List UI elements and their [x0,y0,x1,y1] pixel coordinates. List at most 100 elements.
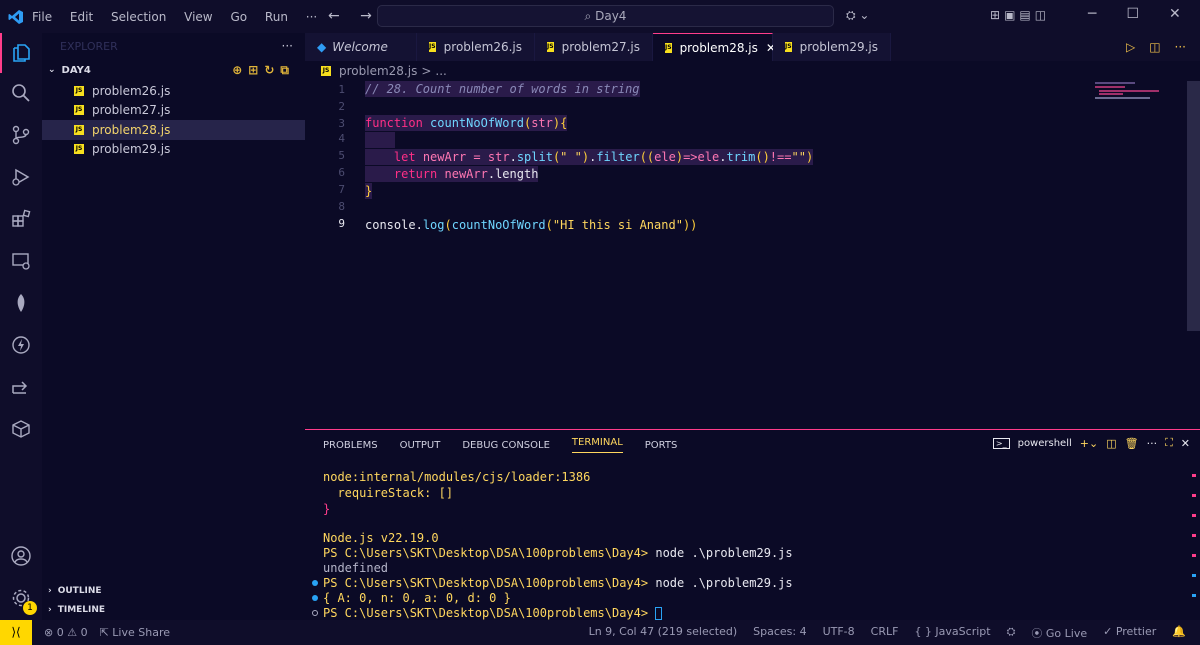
folder-day4[interactable]: ⌄ DAY4 ⊕⊞↻⧉ [42,59,305,81]
menu-edit[interactable]: Edit [70,10,93,24]
live-share-icon[interactable] [0,367,42,407]
line-number: 7 [338,183,345,196]
refresh-icon[interactable]: ↻ [264,63,280,77]
remote-indicator-icon[interactable]: ⟩⟨ [0,620,32,645]
menu-go[interactable]: Go [230,10,247,24]
terminal-prompt: PS C:\Users\SKT\Desktop\DSA\100problems\… [323,546,649,560]
new-folder-icon[interactable]: ⊞ [248,63,264,77]
trash-icon[interactable]: 🗑 [1125,437,1139,450]
status-right: Ln 9, Col 47 (219 selected) Spaces: 4 UT… [589,625,1200,641]
shell-label[interactable]: powershell [1018,438,1072,449]
copilot-icon[interactable]: ⛭ ⌄ [846,8,869,23]
window-controls: ─ ☐ ✕ [1088,6,1181,22]
terminal-scroll-markers [1192,474,1196,597]
file-item-problem28[interactable]: JS problem28.js [42,120,305,140]
toggle-panel-icon[interactable]: ▤ [1019,8,1034,22]
settings-icon[interactable]: 1 [0,578,42,618]
cursor-position[interactable]: Ln 9, Col 47 (219 selected) [589,625,738,641]
new-file-icon[interactable]: ⊕ [232,63,248,77]
menu-selection[interactable]: Selection [111,10,166,24]
prettier-status[interactable]: ✓ Prettier [1103,625,1156,641]
terminal-prompt: PS C:\Users\SKT\Desktop\DSA\100problems\… [323,576,649,590]
js-file-icon: JS [74,144,84,155]
maximize-panel-icon[interactable]: ⛶ [1165,436,1173,450]
split-editor-icon[interactable]: ◫ [1149,40,1160,54]
line-endings[interactable]: CRLF [871,625,899,641]
maximize-button[interactable]: ☐ [1126,6,1139,22]
file-item-problem29[interactable]: JS problem29.js [42,140,305,160]
tab-problem27[interactable]: JS problem27.js [535,33,653,61]
live-share-status[interactable]: ⇱ Live Share [100,626,170,639]
source-control-icon[interactable] [0,115,42,155]
layout-controls[interactable]: ⊞▣▤◫ [990,8,1050,22]
go-live-label: Go Live [1045,626,1088,640]
explorer-icon[interactable] [0,33,42,73]
toggle-secondary-sidebar-icon[interactable]: ◫ [1035,8,1050,22]
new-terminal-icon[interactable]: +⌄ [1080,437,1098,450]
thunder-client-icon[interactable] [0,325,42,365]
bottom-panel: PROBLEMS OUTPUT DEBUG CONSOLE TERMINAL P… [305,429,1200,620]
js-file-icon: JS [547,42,554,52]
toggle-sidebar-icon[interactable]: ▣ [1004,8,1019,22]
menu-view[interactable]: View [184,10,212,24]
run-icon[interactable]: ▷ [1126,40,1135,54]
menu-file[interactable]: File [32,10,52,24]
copilot-status-icon[interactable]: ⛭ [1007,625,1016,641]
terminal-line[interactable]: PS C:\Users\SKT\Desktop\DSA\100problems\… [323,606,663,621]
terminal-line: { A: 0, n: 0, a: 0, d: 0 } [323,591,511,605]
mongodb-icon[interactable] [0,283,42,323]
customize-layout-icon[interactable]: ⊞ [990,8,1004,22]
folder-actions: ⊕⊞↻⧉ [232,63,295,78]
explorer-more-button[interactable]: ··· [282,39,293,53]
go-live-button[interactable]: ⦿ Go Live [1031,625,1087,641]
terminal-line: PS C:\Users\SKT\Desktop\DSA\100problems\… [323,576,793,591]
search-icon[interactable] [0,73,42,113]
timeline-section[interactable]: › TIMELINE [42,600,305,620]
editor-scrollbar[interactable] [1187,81,1200,331]
more-actions-icon[interactable]: ··· [1175,40,1186,54]
split-terminal-icon[interactable]: ◫ [1106,437,1116,450]
indentation[interactable]: Spaces: 4 [753,625,806,641]
search-icon: ⌕ [584,9,596,23]
file-item-problem26[interactable]: JS problem26.js [42,81,305,101]
minimap[interactable] [1095,81,1165,101]
terminal-command: node [655,576,685,590]
tab-problem26[interactable]: JS problem26.js [417,33,535,61]
problems-count[interactable]: ⊗ 0 ⚠ 0 [44,626,88,639]
breadcrumb-file[interactable]: problem28.js [339,64,417,78]
tab-ports[interactable]: PORTS [645,440,678,451]
remote-explorer-icon[interactable] [0,241,42,281]
close-panel-icon[interactable]: ✕ [1181,437,1190,450]
tab-output[interactable]: OUTPUT [400,440,441,451]
tab-problem29[interactable]: JS problem29.js [773,33,891,61]
breadcrumb: JS problem28.js > ... [305,61,1200,81]
tab-terminal[interactable]: TERMINAL [571,437,623,453]
extensions-icon[interactable] [0,199,42,239]
menu-more[interactable]: ··· [306,10,317,24]
nav-arrows[interactable]: ← → [328,8,380,24]
terminal-cursor [655,607,663,620]
command-center-search[interactable]: ⌕ Day4 [377,5,834,27]
more-icon[interactable]: ··· [1147,437,1158,450]
tab-welcome[interactable]: ◆ Welcome [305,33,417,61]
terminal-line: requireStack: [] [323,486,454,500]
js-file-icon: JS [74,85,84,96]
menu-run[interactable]: Run [265,10,288,24]
close-window-button[interactable]: ✕ [1169,6,1181,22]
breadcrumb-rest[interactable]: ... [435,64,446,78]
tab-problems[interactable]: PROBLEMS [323,440,378,451]
tab-debug-console[interactable]: DEBUG CONSOLE [462,440,550,451]
outline-section[interactable]: › OUTLINE [42,581,305,601]
file-item-problem27[interactable]: JS problem27.js [42,101,305,121]
account-icon[interactable] [0,536,42,576]
language-mode[interactable]: { } JavaScript [914,625,990,641]
js-file-icon: JS [74,124,84,135]
notifications-bell-icon[interactable]: 🔔 [1172,625,1186,641]
encoding[interactable]: UTF-8 [823,625,855,641]
collapse-all-icon[interactable]: ⧉ [280,63,295,77]
minimize-button[interactable]: ─ [1088,6,1096,22]
tab-problem28[interactable]: JS problem28.js ✕ [653,33,776,61]
run-debug-icon[interactable] [0,157,42,197]
code-editor[interactable]: 1 2 3 4 5 6 7 8 9 // 28. Count number of… [305,81,1200,429]
database-icon[interactable] [0,409,42,449]
